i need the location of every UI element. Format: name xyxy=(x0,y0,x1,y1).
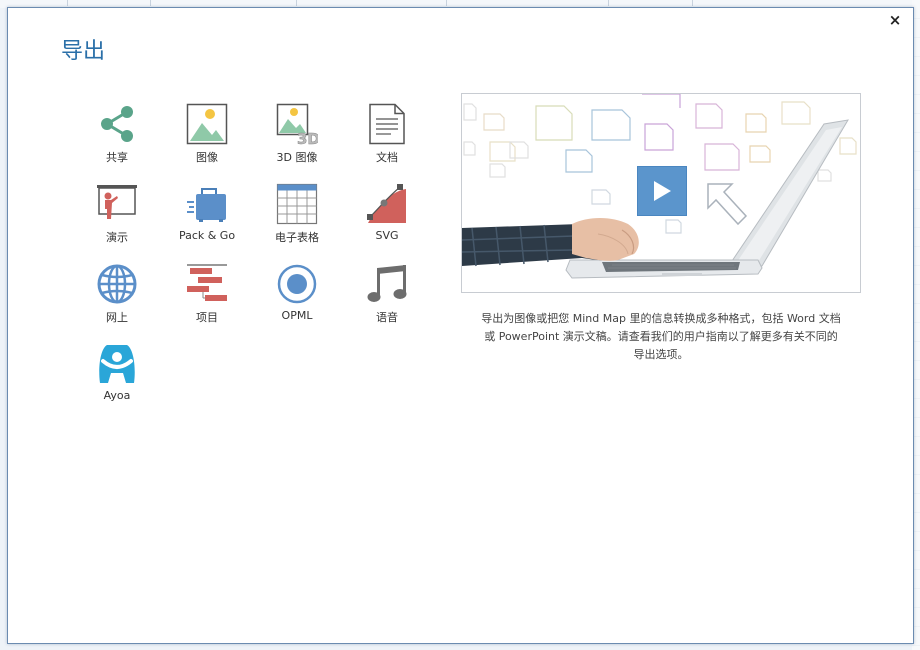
play-video-button[interactable] xyxy=(637,166,687,216)
export-3d-image-button[interactable]: 3D 3D 图像 xyxy=(252,102,342,182)
export-pack-and-go-button[interactable]: Pack & Go xyxy=(162,182,252,262)
description-line: 导出为图像或把您 Mind Map 里的信息转换成多种格式，包括 Word 文档 xyxy=(481,312,841,325)
export-opml-button[interactable]: OPML xyxy=(252,262,342,342)
export-image-label: 图像 xyxy=(196,151,218,164)
project-gantt-icon xyxy=(185,262,229,306)
export-pack-and-go-label: Pack & Go xyxy=(178,229,236,242)
export-image-button[interactable]: 图像 xyxy=(162,102,252,182)
export-online-button[interactable]: 网上 xyxy=(72,262,162,342)
globe-icon xyxy=(95,262,139,306)
close-icon: × xyxy=(888,11,902,29)
export-options-grid: 共享 图像 3D 3D 图像 文档 演示 Pack & Go 电子表格 SVG … xyxy=(72,102,432,422)
presentation-icon xyxy=(95,182,139,226)
export-presentation-label: 演示 xyxy=(106,231,128,244)
export-project-label: 项目 xyxy=(196,311,218,324)
svg-icon xyxy=(365,182,409,226)
music-note-icon xyxy=(365,262,409,306)
dialog-title: 导出 xyxy=(61,39,106,64)
export-online-label: 网上 xyxy=(106,311,128,324)
export-project-button[interactable]: 项目 xyxy=(162,262,252,342)
ayoa-logo-icon xyxy=(95,342,139,386)
svg-text:3D: 3D xyxy=(297,130,318,145)
export-audio-button[interactable]: 语音 xyxy=(342,262,432,342)
export-audio-label: 语音 xyxy=(376,311,398,324)
export-svg-button[interactable]: SVG xyxy=(342,182,432,262)
3d-image-icon: 3D xyxy=(275,102,319,146)
export-presentation-button[interactable]: 演示 xyxy=(72,182,162,262)
suitcase-icon xyxy=(185,182,229,226)
description-line: 导出选项。 xyxy=(633,348,689,361)
opml-icon xyxy=(275,262,319,306)
document-icon xyxy=(365,102,409,146)
export-3d-image-label: 3D 图像 xyxy=(276,151,318,164)
export-spreadsheet-label: 电子表格 xyxy=(275,231,319,244)
export-description: 导出为图像或把您 Mind Map 里的信息转换成多种格式，包括 Word 文档… xyxy=(463,310,859,364)
export-document-label: 文档 xyxy=(376,151,398,164)
description-line: 或 PowerPoint 演示文稿。请查看我们的用户指南以了解更多有关不同的 xyxy=(484,330,838,343)
export-ayoa-label: Ayoa xyxy=(103,389,131,402)
export-ayoa-button[interactable]: Ayoa xyxy=(72,342,162,422)
play-icon xyxy=(654,181,671,201)
export-spreadsheet-button[interactable]: 电子表格 xyxy=(252,182,342,262)
export-tutorial-video[interactable] xyxy=(461,93,861,293)
export-share-button[interactable]: 共享 xyxy=(72,102,162,182)
export-dialog: × 导出 共享 图像 3D 3D 图像 文档 演示 Pack & Go 电子表格… xyxy=(7,7,914,644)
export-share-label: 共享 xyxy=(106,151,128,164)
spreadsheet-icon xyxy=(275,182,319,226)
export-svg-label: SVG xyxy=(375,229,399,242)
export-document-button[interactable]: 文档 xyxy=(342,102,432,182)
export-opml-label: OPML xyxy=(281,309,313,322)
close-button[interactable]: × xyxy=(887,12,903,28)
share-icon xyxy=(95,102,139,146)
image-icon xyxy=(185,102,229,146)
